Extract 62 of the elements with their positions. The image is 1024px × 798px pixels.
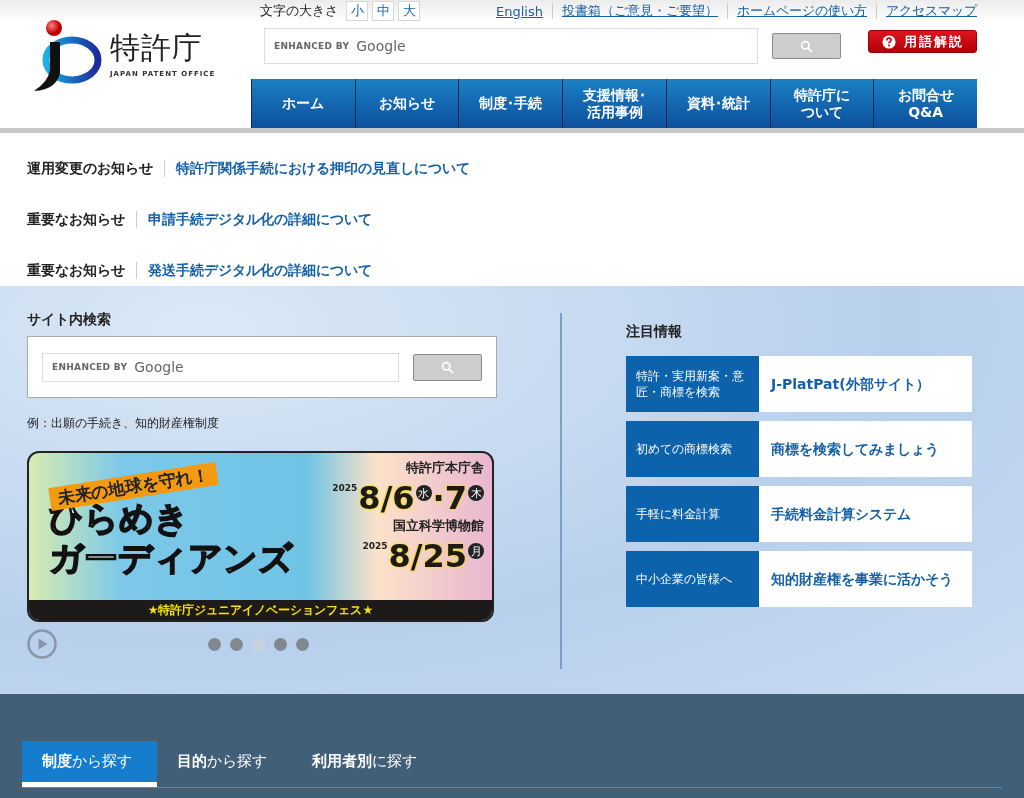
banner-date: 8/6: [358, 479, 415, 517]
feature-link[interactable]: 商標を検索してみましょう: [759, 421, 972, 477]
banner-footer: ★特許庁ジュニアイノベーションフェス★: [29, 600, 492, 620]
notice-link[interactable]: 申請手続デジタル化の詳細について: [148, 210, 372, 229]
search-tab[interactable]: 制度から探す: [22, 741, 157, 787]
feature-label: 中小企業の皆様へ: [626, 551, 759, 607]
logo-title[interactable]: 特許庁: [110, 30, 216, 66]
font-size-label: 文字の大きさ: [260, 2, 338, 20]
help-icon: [881, 34, 896, 49]
carousel-dot[interactable]: [274, 637, 287, 651]
search-example: 例：出願の手続き、知的財産権制度: [27, 415, 220, 432]
search-icon: [800, 39, 813, 53]
banner-title: ガーディアンズ: [49, 538, 294, 578]
nav-tab[interactable]: お知らせ: [354, 79, 459, 128]
notice-category: 運用変更のお知らせ: [27, 159, 153, 178]
nav-tab[interactable]: お問合せ Q&A: [873, 79, 978, 128]
section-title: 注目情報: [626, 323, 683, 341]
nav-tab[interactable]: 制度･手続: [458, 79, 563, 128]
play-icon[interactable]: [27, 629, 57, 659]
search-field[interactable]: ENHANCED BY Google: [264, 28, 758, 64]
banner-weekday: 水: [415, 485, 432, 501]
notice-category: 重要なお知らせ: [27, 261, 125, 280]
header-link[interactable]: ホームページの使い方: [737, 2, 867, 20]
font-size-button[interactable]: 小: [346, 1, 368, 21]
section-title: サイト内検索: [27, 311, 112, 329]
nav-tab[interactable]: ホーム: [251, 79, 355, 128]
carousel-dot[interactable]: [208, 637, 221, 651]
feature-label: 手軽に料金計算: [626, 486, 759, 542]
notice-category: 重要なお知らせ: [27, 210, 125, 229]
logo-icon: [32, 18, 102, 93]
notice-link[interactable]: 特許庁関係手続における押印の見直しについて: [176, 159, 470, 178]
feature-link[interactable]: J-PlatPat(外部サイト）: [759, 356, 972, 412]
search-tab[interactable]: 目的から探す: [157, 741, 292, 787]
search-icon: [441, 360, 454, 374]
header-link[interactable]: 投書箱（ご意見・ご要望）: [562, 2, 718, 20]
feature-link[interactable]: 知的財産権を事業に活かそう: [759, 551, 972, 607]
banner-year: 2025: [362, 541, 388, 551]
banner-venue: 特許庁本庁舎: [406, 459, 484, 477]
search-button[interactable]: [772, 33, 841, 59]
notice-link[interactable]: 発送手続デジタル化の詳細について: [148, 261, 372, 280]
header-link[interactable]: English: [496, 3, 543, 19]
nav-tab[interactable]: 特許庁に ついて: [769, 79, 874, 128]
font-size-button[interactable]: 中: [372, 1, 394, 21]
search-button[interactable]: [413, 353, 482, 381]
banner-date: ·7: [432, 479, 467, 517]
glossary-button[interactable]: 用語解説: [868, 30, 977, 53]
nav-tab[interactable]: 支援情報･ 活用事例: [562, 79, 666, 128]
carousel-dot[interactable]: [230, 637, 243, 651]
feature-label: 特許・実用新案・意匠・商標を検索: [626, 356, 759, 412]
nav-tab[interactable]: 資料･統計: [665, 79, 770, 128]
banner-weekday: 月: [468, 543, 484, 559]
banner-weekday: 木: [468, 485, 484, 501]
feature-label: 初めての商標検索: [626, 421, 759, 477]
banner-date: 8/25: [388, 537, 467, 575]
search-tab[interactable]: 利用者別に探す: [292, 741, 442, 787]
header-link[interactable]: アクセスマップ: [886, 2, 977, 20]
banner-venue: 国立科学博物館: [393, 517, 484, 535]
font-size-button[interactable]: 大: [398, 1, 420, 21]
carousel-dot[interactable]: [296, 637, 309, 651]
banner-year: 2025: [332, 483, 358, 493]
feature-link[interactable]: 手続料金計算システム: [759, 486, 972, 542]
search-field[interactable]: ENHANCED BY Google: [42, 352, 399, 382]
